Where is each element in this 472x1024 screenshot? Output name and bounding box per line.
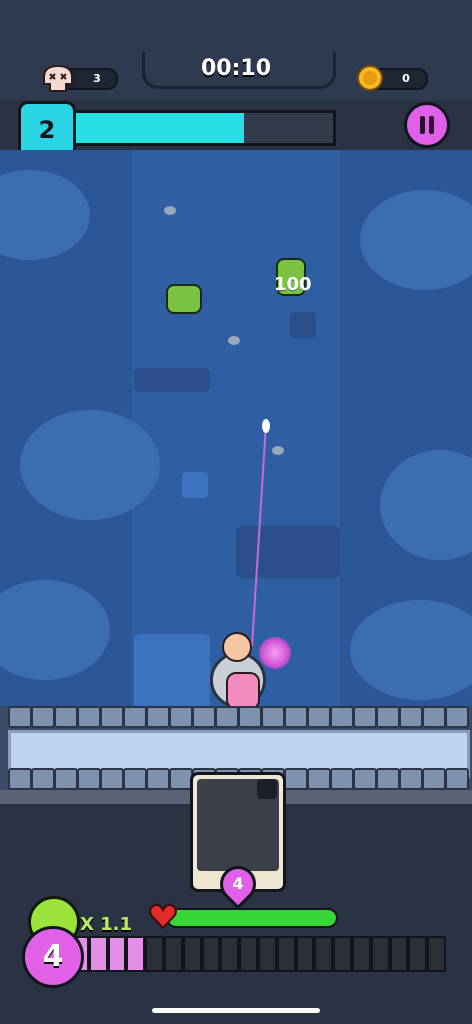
mana-segment xyxy=(201,936,221,972)
mana-multiplier: X 1.1 xyxy=(80,914,133,935)
wall-merlon xyxy=(261,706,285,728)
wall-merlon xyxy=(445,768,469,790)
wall-merlon xyxy=(330,768,354,790)
wall-merlon xyxy=(100,706,124,728)
mana-segment xyxy=(351,936,371,972)
xp-bar-fill xyxy=(71,113,244,143)
wall-merlon xyxy=(215,706,239,728)
mana-segment xyxy=(145,936,164,972)
wall-merlon xyxy=(123,706,147,728)
mana-segment xyxy=(333,936,352,972)
light-patch xyxy=(134,634,210,710)
mana-segment xyxy=(239,936,258,972)
wall-merlon xyxy=(376,768,400,790)
wall-merlon xyxy=(54,768,78,790)
heart-icon xyxy=(149,903,177,930)
wall-merlon xyxy=(238,706,262,728)
coin-icon xyxy=(357,65,383,91)
mana-segment xyxy=(220,936,240,972)
wall-merlon xyxy=(353,768,377,790)
mana-segment xyxy=(370,936,390,972)
wall-merlon xyxy=(54,706,78,728)
wall-merlon xyxy=(445,706,469,728)
wall-merlon xyxy=(77,768,101,790)
wall-merlon xyxy=(353,706,377,728)
bush xyxy=(20,410,160,520)
mana-segment xyxy=(88,936,108,972)
wall-merlon xyxy=(399,706,423,728)
dark-patch xyxy=(134,368,210,392)
light-patch xyxy=(182,472,208,498)
skull-icon xyxy=(43,64,73,92)
wall-merlon xyxy=(146,768,170,790)
mage-hero[interactable] xyxy=(226,672,260,710)
wall-merlon xyxy=(8,706,32,728)
mana-segment xyxy=(107,936,127,972)
hero-head xyxy=(222,632,252,662)
wall-merlon xyxy=(31,706,55,728)
wall-merlon xyxy=(8,768,32,790)
mana-segment xyxy=(163,936,183,972)
wall-merlon xyxy=(307,706,331,728)
pause-icon xyxy=(420,116,434,134)
mana-counter: 4 xyxy=(22,926,84,988)
mana-segment xyxy=(389,936,409,972)
lock-icon xyxy=(257,779,277,799)
magic-effect xyxy=(258,636,292,670)
mana-bar xyxy=(70,936,446,972)
mana-segment xyxy=(408,936,428,972)
rock xyxy=(164,206,176,215)
mana-segment xyxy=(427,936,446,972)
coin-count: 0 xyxy=(402,72,410,85)
dark-patch xyxy=(290,312,316,338)
wall-merlon xyxy=(31,768,55,790)
wall-merlon xyxy=(77,706,101,728)
mana-segment xyxy=(276,936,296,972)
wall-merlon xyxy=(422,768,446,790)
mana-segment xyxy=(257,936,277,972)
mana-segment xyxy=(295,936,315,972)
rock xyxy=(228,336,240,345)
battlefield[interactable]: 100 xyxy=(0,150,472,710)
mana-segment xyxy=(126,936,146,972)
wall-merlon xyxy=(330,706,354,728)
wall-merlon xyxy=(376,706,400,728)
wall-merlon xyxy=(169,706,193,728)
wall-merlon xyxy=(284,768,308,790)
kill-count: 3 xyxy=(93,72,101,85)
wall-merlon xyxy=(146,706,170,728)
health-bar-fill xyxy=(168,910,336,926)
mana-segment xyxy=(182,936,202,972)
arrow-trail xyxy=(251,419,270,647)
wall-merlon xyxy=(123,768,147,790)
mana-segment xyxy=(314,936,334,972)
wall-merlon xyxy=(399,768,423,790)
pause-button[interactable] xyxy=(404,102,450,148)
wall-merlon xyxy=(192,706,216,728)
wall-merlon xyxy=(422,706,446,728)
xp-bar xyxy=(68,110,336,146)
card-cost: 4 xyxy=(232,874,244,893)
home-indicator[interactable] xyxy=(152,1008,320,1013)
health-bar xyxy=(166,908,338,928)
wall-merlon xyxy=(307,768,331,790)
wall-merlon xyxy=(284,706,308,728)
damage-popup: 100 xyxy=(274,274,312,295)
wall-merlon xyxy=(100,768,124,790)
zombie-enemy[interactable] xyxy=(166,284,202,314)
